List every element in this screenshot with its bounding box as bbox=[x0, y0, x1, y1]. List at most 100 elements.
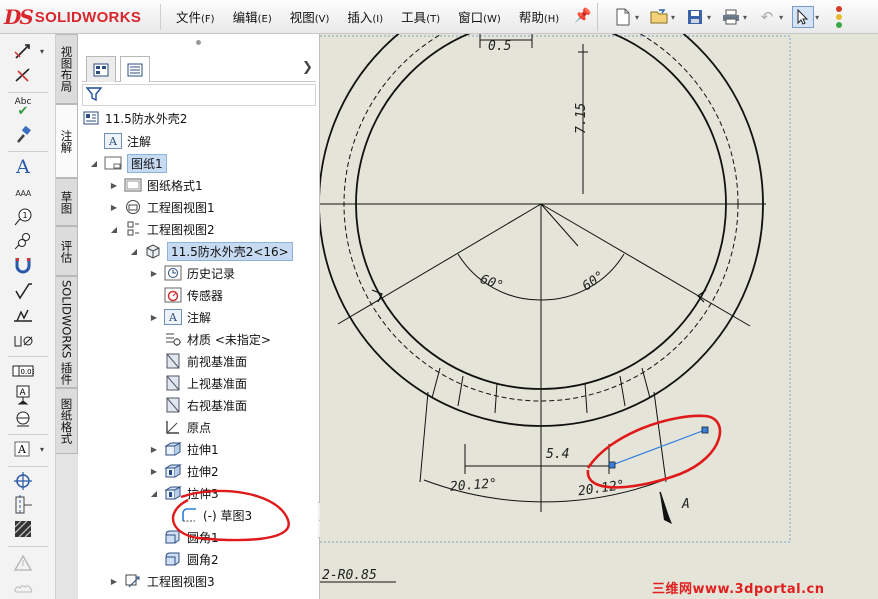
feature-manager-panel: ❯ 11.5防水外壳2 A 注解 ◢ 图纸1 ▶ 图纸格式1 ▶ 工程图视图1 … bbox=[78, 34, 320, 599]
geometric-tolerance-icon[interactable]: 0.03 bbox=[10, 360, 36, 382]
sketch-endpoint-handle[interactable] bbox=[608, 461, 616, 469]
divider bbox=[8, 92, 48, 93]
angle-left-text[interactable]: 60° bbox=[478, 272, 505, 294]
radial-line-left bbox=[337, 203, 542, 325]
tab-sketch-label: 草图 bbox=[59, 190, 74, 214]
blocks-icon[interactable]: A ▾ bbox=[10, 438, 44, 460]
select-dropdown-icon[interactable]: ▾ bbox=[815, 13, 819, 22]
menu-bar: 文件(F) 编辑(E) 视图(V) 插入(I) 工具(T) 窗口(W) 帮助(H… bbox=[176, 0, 577, 32]
fillet-callout-text[interactable]: 2-R0.85 bbox=[322, 568, 377, 583]
sketch-endpoint-handle[interactable] bbox=[701, 426, 709, 434]
ring-view bbox=[320, 34, 766, 583]
svg-text:A: A bbox=[20, 388, 27, 398]
balloon-number: 1 bbox=[23, 211, 28, 220]
standard-toolbar: ▾ ▾ ▾ ▾ ↶ ▾ ▾ bbox=[612, 5, 844, 29]
angle-arc-right bbox=[540, 253, 625, 301]
datum-feature-icon[interactable]: A bbox=[10, 384, 36, 406]
menu-view[interactable]: 视图(V) bbox=[290, 7, 330, 26]
title-bar: DS SOLIDWORKS 文件(F) 编辑(E) 视图(V) 插入(I) 工具… bbox=[0, 0, 878, 34]
tab-evaluate-label: 评估 bbox=[59, 239, 74, 263]
menu-file[interactable]: 文件(F) bbox=[176, 7, 215, 26]
pin-icon[interactable]: 📌 bbox=[574, 8, 591, 24]
ds-logo-mark: DS bbox=[4, 5, 34, 29]
undo-dropdown-icon[interactable]: ▾ bbox=[779, 13, 783, 22]
tab-view-layout-label: 视图布局 bbox=[59, 46, 74, 92]
new-dropdown-icon[interactable]: ▾ bbox=[635, 13, 639, 22]
revision-cloud-icon[interactable] bbox=[10, 578, 36, 599]
divider bbox=[597, 3, 598, 31]
geometric-tolerance-value: 0.03 bbox=[21, 368, 35, 376]
arc-left-text[interactable]: 20.12° bbox=[450, 476, 498, 494]
radial-line-right bbox=[540, 203, 751, 327]
revision-symbol-icon[interactable] bbox=[10, 552, 36, 574]
datum-target-icon[interactable] bbox=[10, 408, 36, 430]
section-label-text[interactable]: A bbox=[681, 497, 690, 512]
select-pointer-icon[interactable] bbox=[792, 6, 815, 28]
divider bbox=[8, 151, 48, 152]
menu-window[interactable]: 窗口(W) bbox=[458, 7, 501, 26]
drawing-canvas[interactable]: 0.5 7.15 60° 60° 5.4 20.12° 20.12° 2-R0.… bbox=[320, 34, 878, 599]
dim-5-4-text[interactable]: 5.4 bbox=[546, 447, 569, 462]
model-items-icon[interactable] bbox=[10, 64, 36, 86]
divider bbox=[8, 356, 48, 357]
auto-balloon-icon[interactable] bbox=[10, 230, 36, 252]
open-folder-icon[interactable] bbox=[648, 6, 670, 28]
center-mark-icon[interactable] bbox=[10, 470, 36, 492]
menu-edit[interactable]: 编辑(E) bbox=[233, 7, 272, 26]
format-painter-icon[interactable] bbox=[10, 124, 36, 146]
watermark-text: 三维网www.3dportal.cn bbox=[652, 582, 825, 597]
traffic-light-icon[interactable] bbox=[834, 6, 844, 28]
menu-help[interactable]: 帮助(H) bbox=[519, 7, 559, 26]
spell-check-icon[interactable]: Abc ✔ bbox=[10, 96, 36, 119]
save-icon[interactable] bbox=[684, 6, 706, 28]
new-document-icon[interactable] bbox=[612, 6, 634, 28]
drawing-svg: 0.5 7.15 60° 60° 5.4 20.12° 20.12° 2-R0.… bbox=[320, 34, 791, 583]
dim-top-text[interactable]: 0.5 bbox=[488, 39, 512, 54]
area-hatch-icon[interactable] bbox=[10, 518, 36, 540]
smart-dimension-dropdown-icon[interactable]: ▾ bbox=[40, 47, 44, 56]
dim-vertical-text[interactable]: 7.15 bbox=[574, 103, 589, 134]
divider bbox=[8, 466, 48, 467]
logo-text: SOLIDWORKS bbox=[34, 8, 142, 26]
open-dropdown-icon[interactable]: ▾ bbox=[671, 13, 675, 22]
magnetic-line-icon[interactable] bbox=[10, 254, 36, 276]
save-dropdown-icon[interactable]: ▾ bbox=[707, 13, 711, 22]
tab-solidworks-addins-label: SOLIDWORKS 插件 bbox=[59, 279, 74, 385]
hand-drawn-circle-sketch-line bbox=[586, 414, 722, 489]
tab-solidworks-addins[interactable]: SOLIDWORKS 插件 bbox=[56, 276, 78, 388]
dim-5-4-extensions bbox=[464, 444, 610, 474]
linear-note-pattern-label: AAA bbox=[15, 188, 31, 198]
tab-annotation[interactable]: 注解 bbox=[56, 104, 78, 178]
tab-annotation-label: 注解 bbox=[59, 129, 74, 153]
hand-drawn-circle-sketch3 bbox=[171, 489, 290, 542]
surface-finish-icon[interactable] bbox=[10, 280, 36, 302]
note-icon[interactable]: A bbox=[10, 156, 36, 178]
hole-callout-icon[interactable] bbox=[10, 330, 36, 352]
svg-text:A: A bbox=[17, 443, 27, 456]
divider bbox=[8, 546, 48, 547]
smart-dimension-icon[interactable]: ▾ bbox=[10, 40, 44, 62]
command-manager-tabs: 视图布局 注解 草图 评估 SOLIDWORKS 插件 图纸格式 bbox=[56, 34, 78, 599]
annotation-toolbar: ▾ Abc ✔ A AAA 1 0.03 A A ▾ bbox=[0, 34, 56, 599]
divider bbox=[160, 4, 161, 30]
balloon-icon[interactable]: 1 bbox=[10, 206, 36, 228]
linear-note-pattern-icon[interactable]: AAA bbox=[10, 182, 36, 204]
solidworks-logo[interactable]: DS SOLIDWORKS bbox=[4, 4, 154, 30]
angle-leader bbox=[540, 203, 579, 247]
tab-sheet-format-label: 图纸格式 bbox=[59, 398, 74, 444]
tab-sketch[interactable]: 草图 bbox=[56, 178, 78, 226]
tab-view-layout[interactable]: 视图布局 bbox=[56, 34, 78, 104]
arc-extension-lines bbox=[419, 391, 667, 483]
centerline-icon[interactable] bbox=[10, 494, 36, 516]
print-dropdown-icon[interactable]: ▾ bbox=[743, 13, 747, 22]
menu-insert[interactable]: 插入(I) bbox=[347, 7, 383, 26]
notch-left bbox=[371, 289, 383, 303]
tab-evaluate[interactable]: 评估 bbox=[56, 226, 78, 276]
weld-symbol-icon[interactable] bbox=[10, 304, 36, 326]
divider bbox=[8, 434, 48, 435]
undo-icon[interactable]: ↶ bbox=[756, 6, 778, 28]
menu-tools[interactable]: 工具(T) bbox=[401, 7, 440, 26]
blocks-dropdown-icon[interactable]: ▾ bbox=[40, 445, 44, 454]
tab-sheet-format[interactable]: 图纸格式 bbox=[56, 388, 78, 454]
print-icon[interactable] bbox=[720, 6, 742, 28]
